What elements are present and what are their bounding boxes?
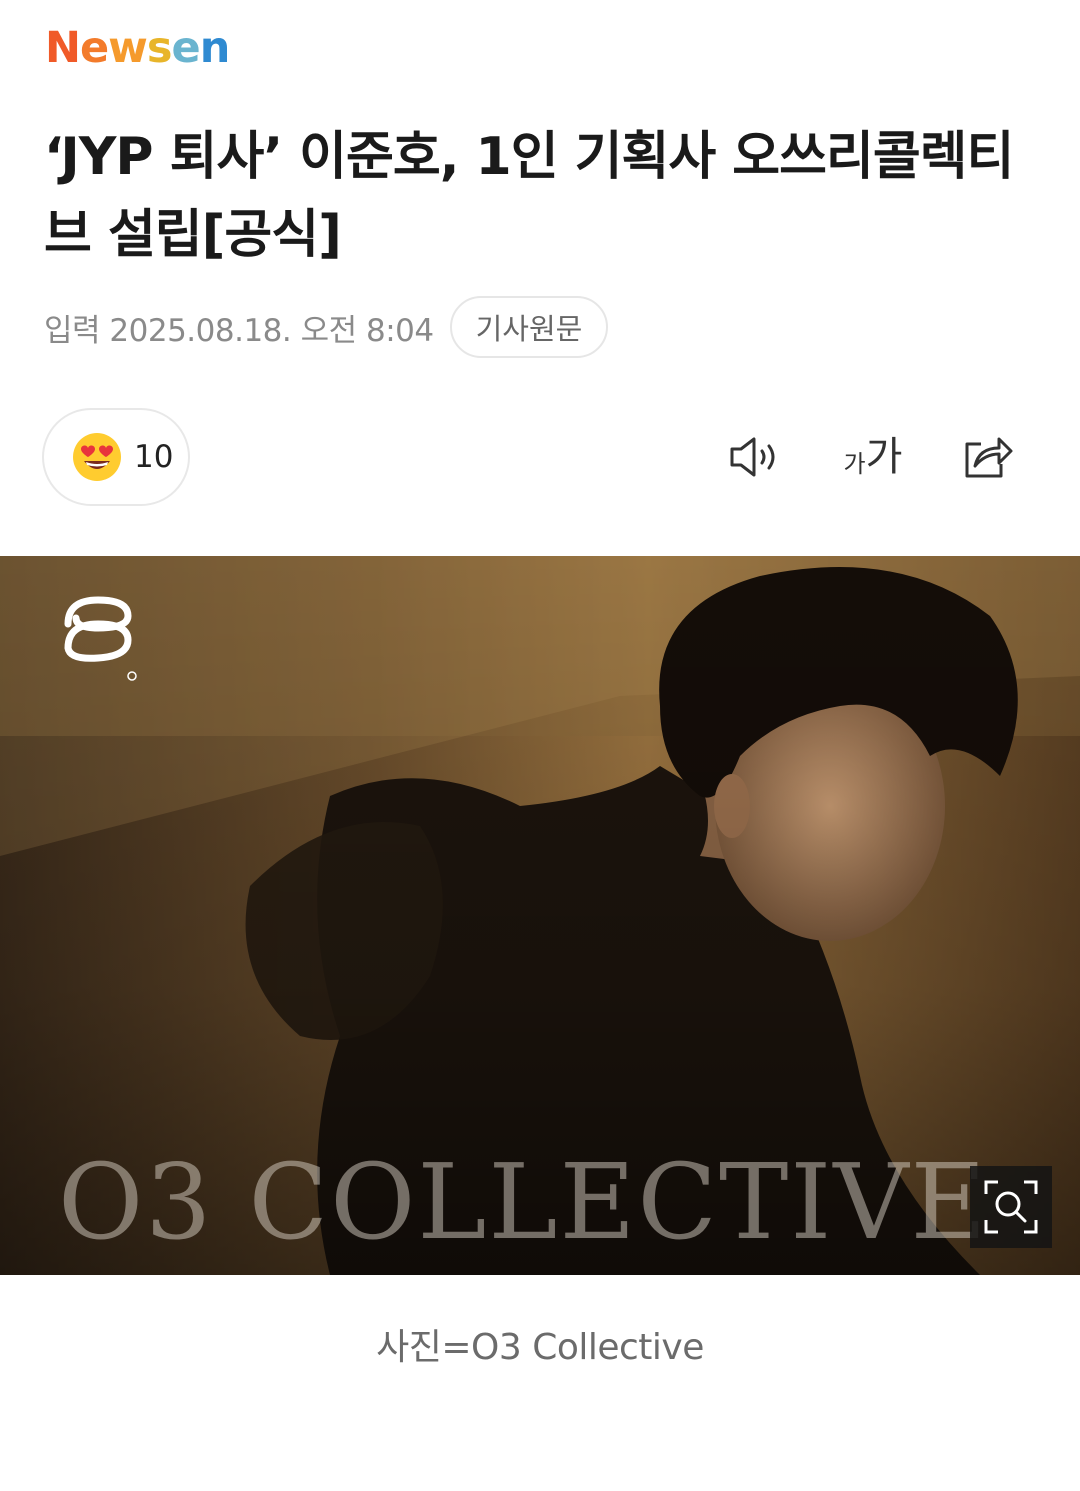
share-icon: [965, 437, 1013, 478]
logo-letter: s: [146, 23, 173, 73]
font-size-small-glyph: 가: [843, 450, 866, 478]
logo-letter: e: [171, 23, 201, 73]
font-size-button[interactable]: 가 가: [838, 428, 908, 486]
photo-image: O3 COLLECTIVE: [0, 556, 1080, 1275]
reaction-button[interactable]: 10: [42, 408, 190, 506]
share-button[interactable]: [956, 428, 1018, 486]
font-size-large-glyph: 가: [865, 434, 903, 480]
photo-caption: 사진=O3 Collective: [376, 1327, 704, 1368]
text-to-speech-button[interactable]: [726, 428, 786, 486]
article-photo[interactable]: O3 COLLECTIVE: [0, 556, 1080, 1275]
magnify-icon: [984, 1180, 1038, 1234]
publish-date: 입력 2025.08.18. 오전 8:04: [44, 312, 434, 349]
font-size-icon: 가 가: [844, 435, 903, 479]
reaction-count: 10: [134, 439, 174, 475]
newsen-logo[interactable]: Newsen: [45, 23, 231, 73]
logo-letter: w: [108, 23, 148, 73]
photo-zoom-button[interactable]: [970, 1166, 1052, 1248]
original-article-button[interactable]: 기사원문: [449, 296, 609, 358]
article-meta: 입력 2025.08.18. 오전 8:04 기사원문: [44, 296, 609, 358]
photo-overlay-text: O3 COLLECTIVE: [58, 1141, 988, 1263]
heart-eyes-emoji-icon: [73, 433, 121, 481]
article-title: ‘JYP 퇴사’ 이준호, 1인 기획사 오쓰리콜렉티브 설립[공식]: [44, 127, 1014, 265]
logo-letter: N: [45, 23, 81, 73]
logo-letter: e: [80, 23, 109, 73]
speaker-icon: [730, 437, 775, 477]
logo-letter: n: [199, 23, 231, 73]
article-page: Newsen ‘JYP 퇴사’ 이준호, 1인 기획사 오쓰리콜렉티브 설립[공…: [0, 0, 1080, 1491]
